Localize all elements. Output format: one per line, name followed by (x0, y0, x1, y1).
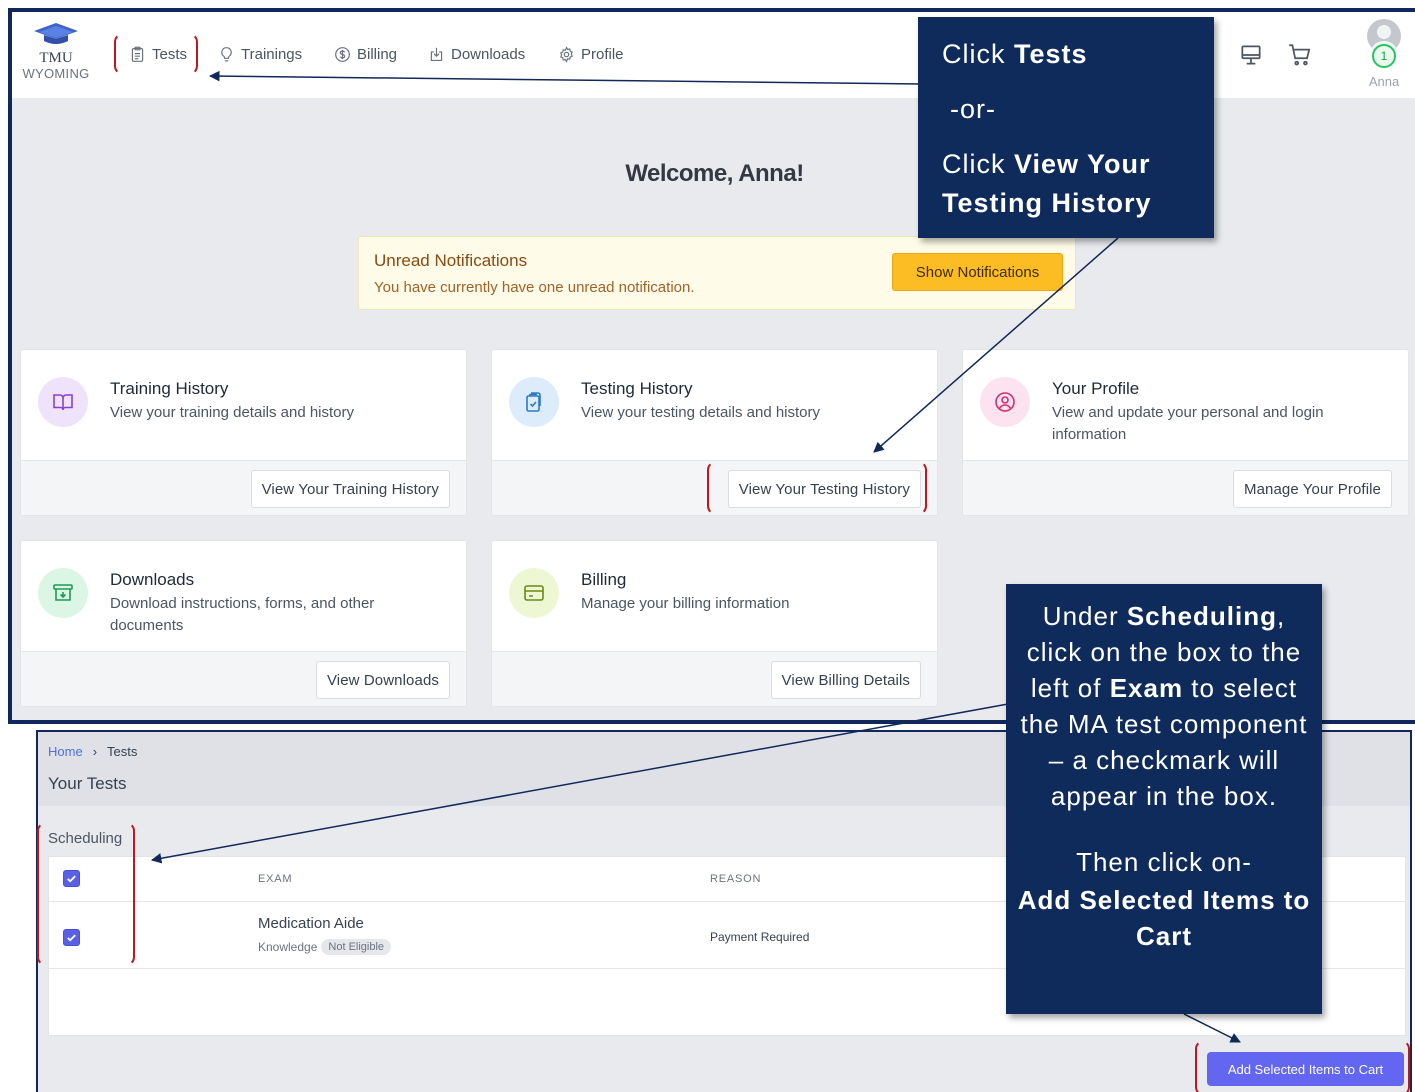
exam-name: Medication Aide (258, 915, 364, 932)
notification-text: You have currently have one unread notif… (374, 279, 695, 296)
exam-type: Knowledge (258, 940, 318, 954)
callout-bold-text: Exam (1109, 673, 1184, 703)
card-description: Download instructions, forms, and other … (110, 595, 375, 634)
nav-profile-label: Profile (581, 45, 624, 63)
user-name: Anna (1368, 74, 1400, 89)
book-icon (53, 394, 73, 411)
callout-paragraph-2: Then click on- (1076, 847, 1252, 877)
status-badge: Not Eligible (321, 939, 392, 955)
column-reason: REASON (710, 873, 762, 885)
column-exam: EXAM (258, 873, 293, 885)
highlight-bracket-scheduling (37, 822, 135, 966)
nav-downloads-label: Downloads (451, 45, 526, 63)
show-notifications-button[interactable]: Show Notifications (892, 253, 1063, 291)
brand-line1: TMU (39, 50, 73, 66)
tutorial-screenshot: TMU WYOMING Tests Trainings Billing Down… (0, 0, 1415, 1092)
card-your-profile: Your Profile View and update your person… (962, 349, 1409, 516)
nav-downloads[interactable]: Downloads (428, 43, 525, 65)
card-billing: Billing Manage your billing information … (491, 540, 938, 707)
card-footer: Manage Your Profile (963, 460, 1408, 515)
gear-icon (560, 45, 573, 63)
notification-count-badge: 1 (1372, 44, 1396, 68)
callout-text: Under (1042, 601, 1127, 631)
card-title: Training History (110, 379, 229, 398)
callout-text: Click (942, 39, 1014, 69)
card-footer: View Your Training History (21, 460, 466, 515)
lightbulb-icon (221, 46, 232, 61)
card-icon-wrap (509, 568, 559, 618)
callout-line: Click View Your Testing History (942, 145, 1190, 223)
card-footer: View Downloads (21, 651, 466, 706)
cart-icon[interactable] (1287, 42, 1313, 68)
notification-alert: Unread Notifications You have currently … (358, 236, 1076, 310)
breadcrumb-current: Tests (107, 744, 138, 759)
nav-billing-label: Billing (357, 45, 398, 63)
reason-value: Payment Required (710, 930, 810, 944)
card-icon-wrap (509, 377, 559, 427)
page-title: Your Tests (48, 774, 127, 793)
card-title: Downloads (110, 570, 195, 589)
card-icon-wrap (38, 568, 88, 618)
nav-billing[interactable]: Billing (334, 43, 397, 65)
clipboard-check-icon (526, 392, 541, 412)
welcome-heading: Welcome, Anna! (625, 160, 804, 187)
dollar-icon (335, 46, 350, 62)
archive-icon (53, 584, 73, 601)
card-title: Your Profile (1052, 379, 1140, 398)
view-billing-details-button[interactable]: View Billing Details (770, 661, 921, 699)
view-training-history-button[interactable]: View Your Training History (250, 470, 450, 508)
callout-or: -or- (950, 94, 996, 124)
brand-logo[interactable]: TMU WYOMING (18, 22, 94, 92)
breadcrumb-home[interactable]: Home (48, 744, 83, 759)
highlight-bracket-add-to-cart (1195, 1040, 1410, 1092)
card-description: View and update your personal and login … (1052, 404, 1324, 443)
card-training-history: Training History View your training deta… (20, 349, 467, 516)
card-footer: View Billing Details (492, 651, 937, 706)
callout-paragraph-1: Under Scheduling, click on the box to th… (1016, 598, 1312, 814)
callout-bold-text: Tests (1014, 39, 1088, 69)
credit-card-icon (524, 585, 544, 601)
nav-trainings[interactable]: Trainings (218, 43, 302, 65)
card-icon-wrap (38, 377, 88, 427)
card-title: Billing (581, 570, 627, 589)
card-description: View your testing details and history (581, 404, 821, 421)
manage-profile-button[interactable]: Manage Your Profile (1233, 470, 1392, 508)
exam-details: Knowledge Not Eligible (258, 939, 392, 955)
card-description: Manage your billing information (581, 595, 790, 612)
notification-title: Unread Notifications (374, 251, 528, 270)
highlight-bracket-testing-history (707, 461, 927, 515)
card-title: Testing History (581, 379, 693, 398)
callout-bold-text: Add Selected Items to Cart (1017, 885, 1311, 951)
callout-spacer (1016, 814, 1312, 844)
nav-trainings-label: Trainings (241, 45, 303, 63)
callout-text: Click (942, 149, 1014, 179)
brand-line2: WYOMING (22, 66, 90, 81)
highlight-bracket-tests (114, 33, 198, 75)
callout-line: Click Tests (942, 35, 1190, 74)
breadcrumb: Home › Tests (48, 744, 137, 759)
card-icon-wrap (980, 377, 1030, 427)
callout-bold-text: Scheduling (1126, 601, 1277, 631)
nav-profile[interactable]: Profile (558, 43, 624, 65)
card-description: View your training details and history (110, 404, 355, 421)
download-icon (430, 47, 443, 61)
view-downloads-button[interactable]: View Downloads (315, 661, 450, 699)
instruction-callout-1: Click Tests -or- Click View Your Testing… (918, 17, 1214, 238)
user-circle-icon (995, 392, 1015, 412)
monitor-icon[interactable] (1238, 42, 1264, 68)
instruction-callout-2: Under Scheduling, click on the box to th… (1006, 584, 1322, 1014)
graduation-cap-icon (34, 23, 78, 44)
card-downloads: Downloads Download instructions, forms, … (20, 540, 467, 707)
chevron-right-icon: › (92, 744, 98, 759)
